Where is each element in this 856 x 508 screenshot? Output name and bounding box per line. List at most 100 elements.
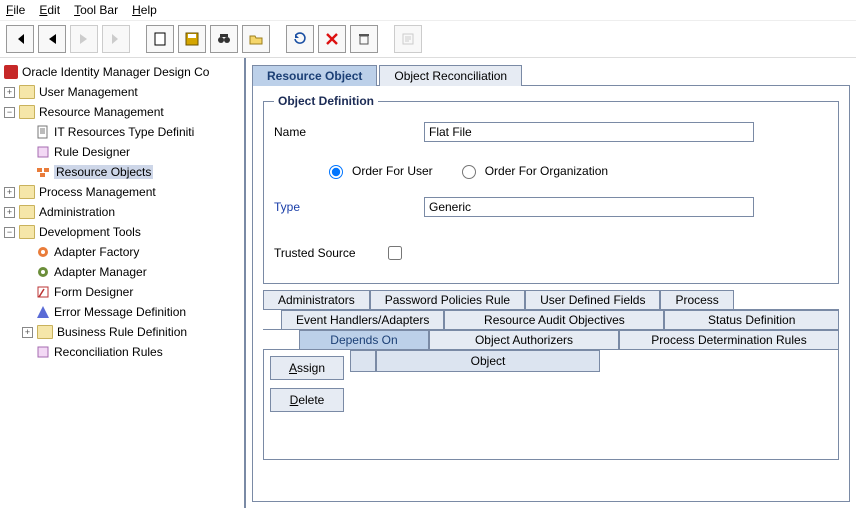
refresh-button[interactable] — [286, 25, 314, 53]
menu-file[interactable]: File — [6, 3, 25, 17]
tree-business-rule[interactable]: + Business Rule Definition — [2, 322, 242, 342]
tree-dev-tools[interactable]: − Development Tools — [2, 222, 242, 242]
subtab-status-definition[interactable]: Status Definition — [664, 310, 839, 329]
expand-icon[interactable]: + — [22, 327, 33, 338]
save-button[interactable] — [178, 25, 206, 53]
order-user-input[interactable] — [329, 165, 343, 179]
name-input[interactable] — [424, 122, 754, 142]
tree-rule-designer[interactable]: Rule Designer — [2, 142, 242, 162]
rule-icon — [36, 145, 50, 159]
new-icon — [153, 32, 167, 46]
tree-label: Rule Designer — [54, 145, 130, 159]
tree-resource-objects[interactable]: Resource Objects — [2, 162, 242, 182]
tree-label: User Management — [39, 85, 138, 99]
next-icon — [79, 33, 89, 45]
folder-icon — [19, 205, 35, 219]
doc-icon — [36, 125, 50, 139]
menu-edit[interactable]: Edit — [39, 3, 60, 17]
expand-icon[interactable]: + — [4, 87, 15, 98]
objects-icon — [36, 165, 50, 179]
order-org-input[interactable] — [462, 165, 476, 179]
menu-toolbar[interactable]: Tool Bar — [74, 3, 118, 17]
tree-form-designer[interactable]: Form Designer — [2, 282, 242, 302]
open-folder-icon — [249, 32, 263, 46]
order-for-org-radio[interactable]: Order For Organization — [457, 162, 608, 179]
trash-button[interactable] — [350, 25, 378, 53]
tab-resource-object[interactable]: Resource Object — [252, 65, 377, 86]
gear-icon — [36, 265, 50, 279]
expand-icon[interactable]: + — [4, 207, 15, 218]
trusted-source-checkbox[interactable] — [388, 246, 402, 260]
tree-adapter-factory[interactable]: Adapter Factory — [2, 242, 242, 262]
tree-administration[interactable]: + Administration — [2, 202, 242, 222]
folder-icon — [19, 185, 35, 199]
subtab-event-handlers[interactable]: Event Handlers/Adapters — [281, 310, 444, 329]
new-button[interactable] — [146, 25, 174, 53]
order-org-label: Order For Organization — [485, 164, 608, 178]
subtab-process-determination[interactable]: Process Determination Rules — [619, 330, 839, 349]
prev-button[interactable] — [38, 25, 66, 53]
subtab-object-authorizers[interactable]: Object Authorizers — [429, 330, 619, 349]
tree-label: Business Rule Definition — [57, 325, 187, 339]
subtab-administrators[interactable]: Administrators — [263, 290, 370, 309]
delete-button[interactable]: Delete — [270, 388, 344, 412]
tree-label: Resource Management — [39, 105, 164, 119]
form-icon — [36, 285, 50, 299]
notes-icon — [401, 32, 415, 46]
content-pane: Resource Object Object Reconciliation Ob… — [246, 58, 856, 508]
subtab-process[interactable]: Process — [660, 290, 733, 309]
grid-col-object[interactable]: Object — [376, 350, 600, 372]
last-icon — [110, 33, 122, 45]
name-label: Name — [274, 125, 424, 139]
subtab-depends-on[interactable]: Depends On — [299, 330, 429, 349]
notes-button[interactable] — [394, 25, 422, 53]
subtab-password-policies[interactable]: Password Policies Rule — [370, 290, 525, 309]
tree-root-label: Oracle Identity Manager Design Co — [22, 65, 209, 79]
warning-icon — [36, 305, 50, 319]
subtab-user-defined-fields[interactable]: User Defined Fields — [525, 290, 660, 309]
folder-icon — [19, 105, 35, 119]
main-tabs: Resource Object Object Reconciliation — [252, 62, 850, 86]
tree-error-msg[interactable]: Error Message Definition — [2, 302, 242, 322]
order-for-user-radio[interactable]: Order For User — [324, 162, 433, 179]
delete-x-icon — [325, 32, 339, 46]
tree-label: Adapter Factory — [54, 245, 139, 259]
tree-resource-mgmt[interactable]: − Resource Management — [2, 102, 242, 122]
tree-root[interactable]: Oracle Identity Manager Design Co — [2, 62, 242, 82]
delete-button[interactable] — [318, 25, 346, 53]
menu-bar: File Edit Tool Bar Help — [0, 0, 856, 21]
tree-recon-rules[interactable]: Reconciliation Rules — [2, 342, 242, 362]
tree-user-mgmt[interactable]: + User Management — [2, 82, 242, 102]
depends-grid: Object — [350, 350, 838, 459]
tree-label: Error Message Definition — [54, 305, 186, 319]
tree-adapter-manager[interactable]: Adapter Manager — [2, 262, 242, 282]
type-label[interactable]: Type — [274, 200, 424, 214]
gear-icon — [36, 245, 50, 259]
first-button[interactable] — [6, 25, 34, 53]
open-button[interactable] — [242, 25, 270, 53]
folder-icon — [19, 85, 35, 99]
subtab-resource-audit[interactable]: Resource Audit Objectives — [444, 310, 664, 329]
object-definition-legend: Object Definition — [274, 94, 378, 108]
collapse-icon[interactable]: − — [4, 227, 15, 238]
grid-body[interactable] — [350, 372, 838, 459]
tree-label: Process Management — [39, 185, 156, 199]
collapse-icon[interactable]: − — [4, 107, 15, 118]
binoculars-icon — [217, 32, 231, 46]
search-button[interactable] — [210, 25, 238, 53]
tree-label: Adapter Manager — [54, 265, 147, 279]
tree-process-mgmt[interactable]: + Process Management — [2, 182, 242, 202]
tab-object-reconciliation[interactable]: Object Reconciliation — [379, 65, 522, 86]
next-button[interactable] — [70, 25, 98, 53]
expand-icon[interactable]: + — [4, 187, 15, 198]
depends-on-panel: Assign Delete Object — [263, 350, 839, 460]
type-input[interactable] — [424, 197, 754, 217]
assign-button[interactable]: Assign — [270, 356, 344, 380]
rule-icon — [36, 345, 50, 359]
oracle-icon — [4, 65, 18, 79]
menu-help[interactable]: Help — [132, 3, 157, 17]
tree-it-resources[interactable]: IT Resources Type Definiti — [2, 122, 242, 142]
tree-label: Administration — [39, 205, 115, 219]
last-button[interactable] — [102, 25, 130, 53]
grid-row-header[interactable] — [350, 350, 376, 372]
